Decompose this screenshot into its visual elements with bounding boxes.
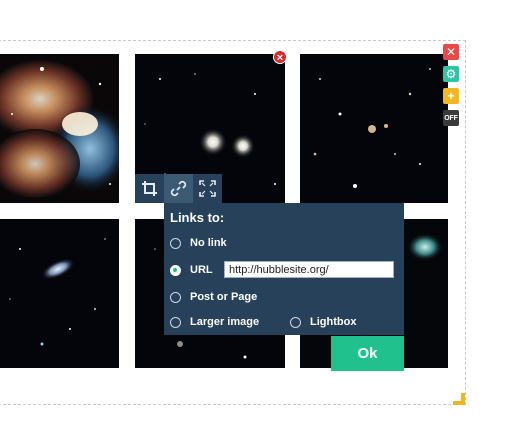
radio-no-link[interactable]	[170, 237, 181, 249]
image-tile-comet-galaxy[interactable]	[0, 219, 119, 368]
option-no-link-label: No link	[190, 237, 227, 249]
option-post-or-page[interactable]: Post or Page	[170, 291, 257, 303]
remove-image-button[interactable]: ×	[273, 50, 287, 64]
toggle-off-button[interactable]: OFF	[443, 110, 459, 126]
toggle-label: OFF	[444, 114, 458, 122]
option-larger-image[interactable]: Larger image	[170, 316, 259, 328]
nebula-image	[0, 54, 119, 203]
close-icon: ✕	[445, 45, 457, 59]
close-icon: ×	[276, 52, 284, 64]
comet-galaxy-image	[0, 219, 119, 368]
link-button[interactable]	[164, 174, 193, 203]
image-toolbar	[135, 174, 222, 203]
star-field-image	[300, 54, 448, 203]
gallery-settings-button[interactable]: ⚙	[443, 66, 459, 82]
radio-url[interactable]	[170, 264, 181, 276]
option-lightbox-label: Lightbox	[310, 316, 357, 328]
option-post-or-page-label: Post or Page	[190, 291, 258, 303]
radio-larger-image[interactable]	[170, 316, 181, 328]
plus-icon: +	[447, 89, 455, 103]
option-lightbox[interactable]: Lightbox	[290, 316, 356, 328]
crop-button[interactable]	[135, 174, 164, 203]
panel-title: Links to:	[170, 210, 225, 225]
image-tile-butterfly-nebula[interactable]	[0, 54, 119, 203]
url-input[interactable]	[224, 261, 394, 278]
crop-icon	[142, 181, 157, 196]
option-url-label: URL	[190, 264, 213, 276]
option-larger-image-label: Larger image	[190, 316, 260, 328]
resize-handle[interactable]	[453, 393, 465, 405]
option-url[interactable]: URL	[170, 264, 213, 276]
gear-icon: ⚙	[445, 67, 457, 81]
fullscreen-button[interactable]	[193, 174, 222, 203]
ok-button[interactable]: Ok	[331, 336, 404, 371]
link-settings-panel: Links to: No link URL Post or Page Large…	[164, 203, 404, 335]
option-no-link[interactable]: No link	[170, 237, 227, 249]
gallery-editor: × ✕ ⚙ + OFF Links to: No link URL http:/…	[0, 0, 510, 440]
gallery-side-tools: ✕ ⚙ + OFF	[443, 44, 459, 132]
fullscreen-icon	[199, 180, 216, 197]
link-icon	[170, 180, 187, 197]
delete-gallery-button[interactable]: ✕	[443, 44, 459, 60]
radio-lightbox[interactable]	[290, 316, 301, 328]
radio-post-or-page[interactable]	[170, 291, 181, 303]
image-tile-star-field[interactable]	[300, 54, 448, 203]
add-image-button[interactable]: +	[443, 88, 459, 104]
